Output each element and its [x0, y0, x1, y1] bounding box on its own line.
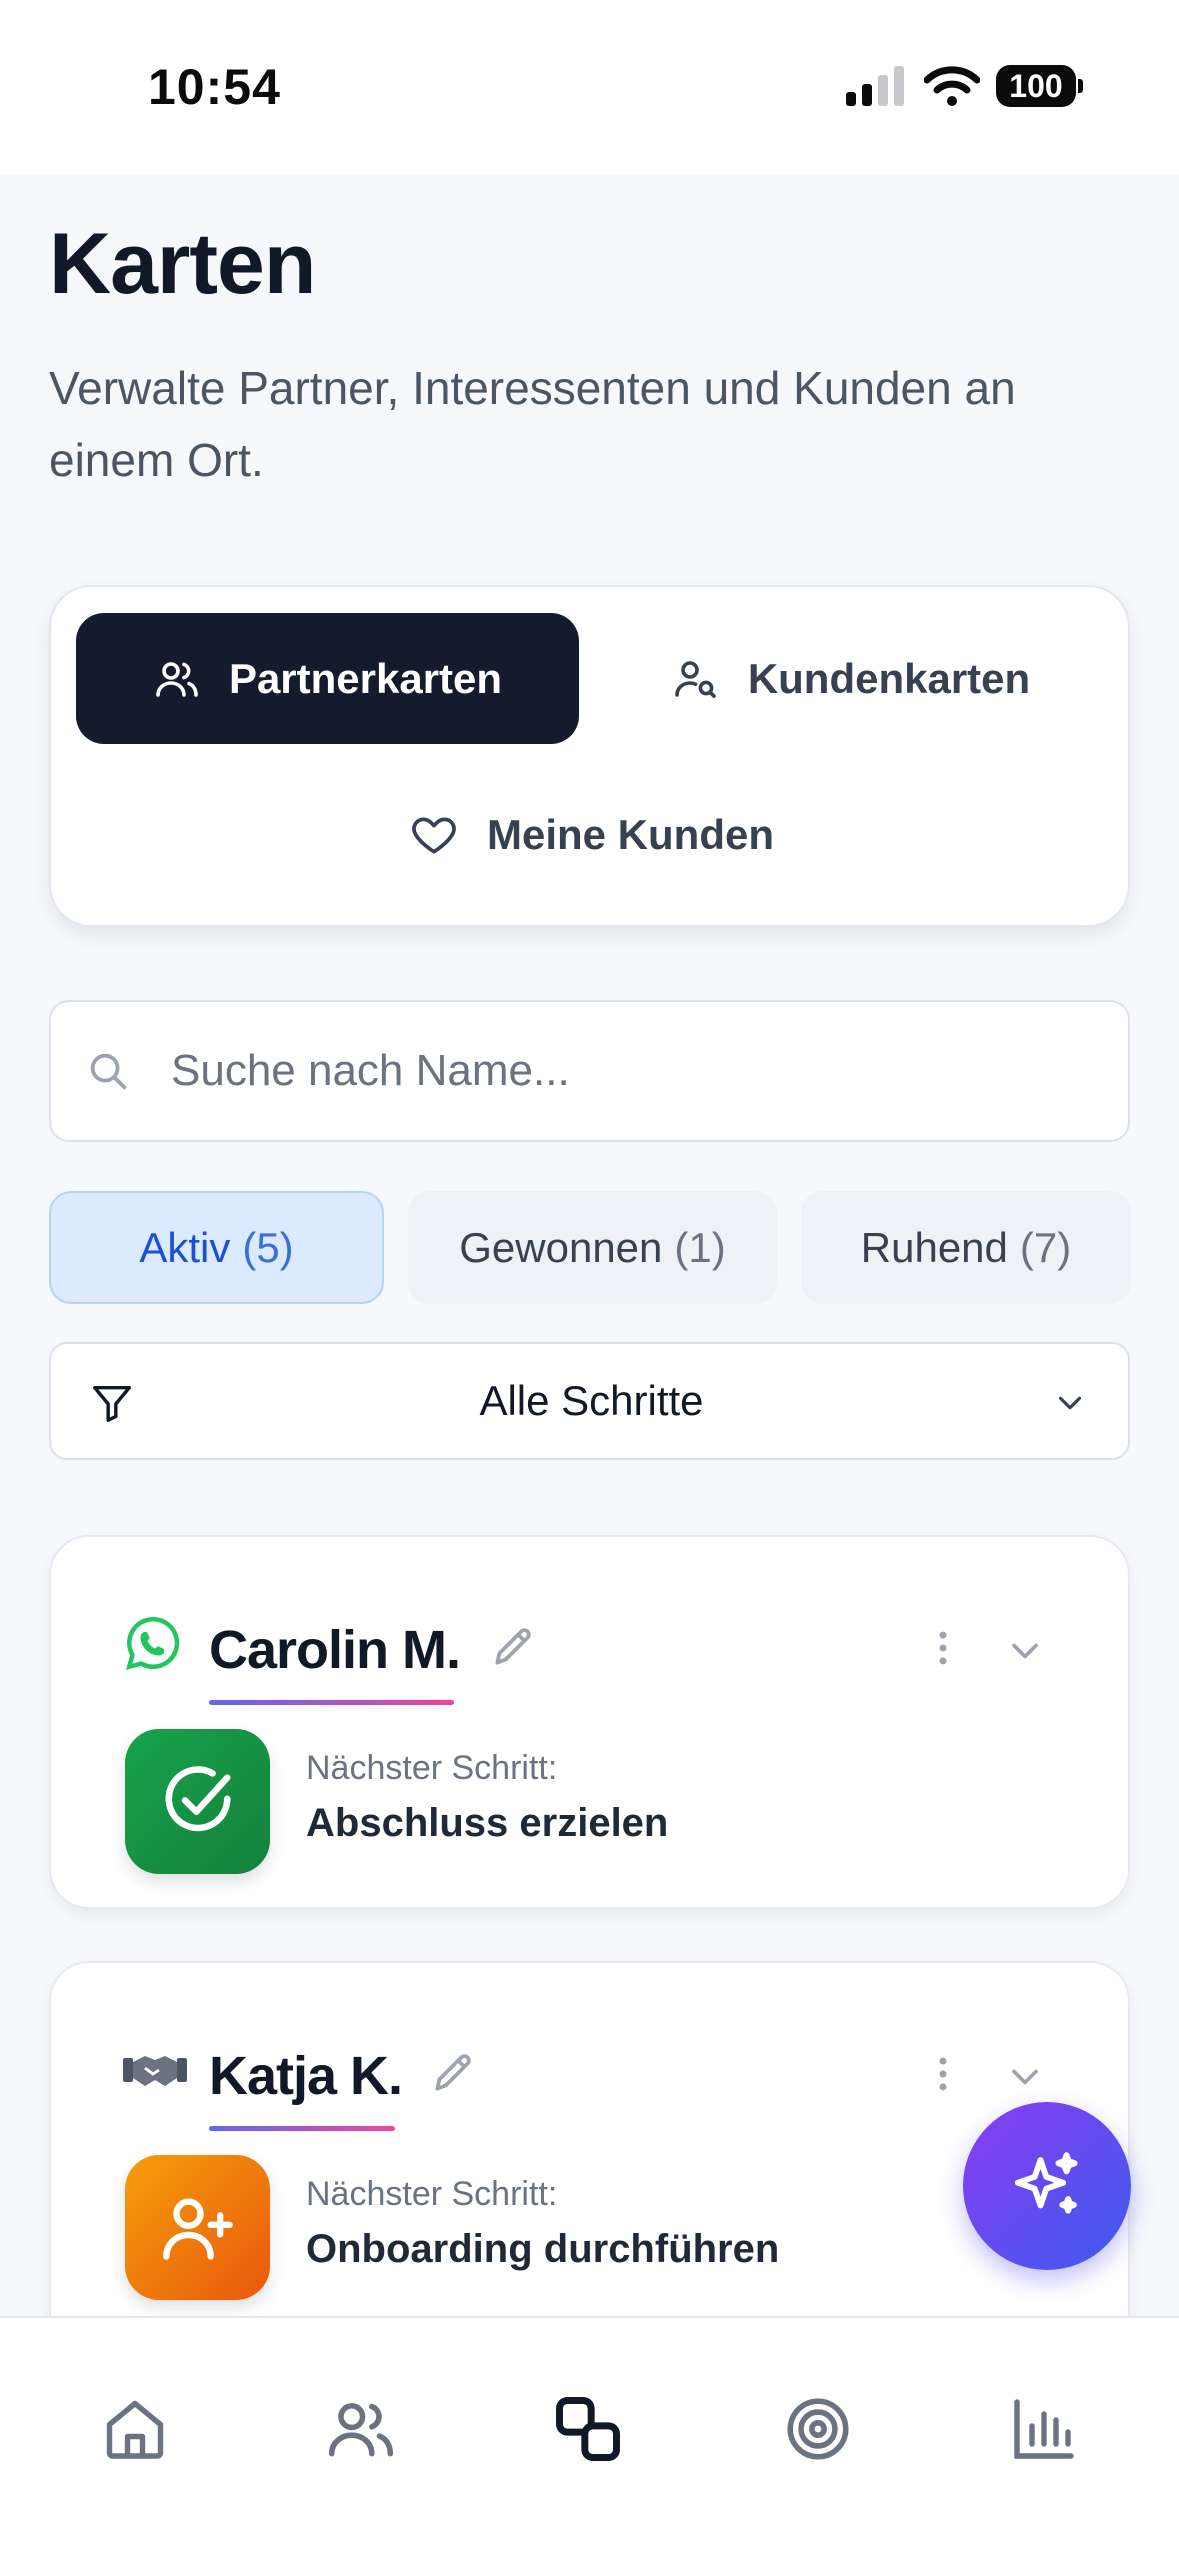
tab-kundenkarten[interactable]: Kundenkarten [591, 613, 1111, 744]
search-box [49, 1000, 1130, 1142]
pencil-icon[interactable] [429, 2047, 479, 2097]
whatsapp-icon [126, 1616, 180, 1670]
name-underline [209, 1700, 454, 1705]
chip-aktiv[interactable]: Aktiv (5) [49, 1191, 384, 1304]
users-icon [156, 661, 198, 697]
battery-indicator: 100 [996, 65, 1076, 107]
cellular-signal-icon [846, 66, 904, 106]
status-time: 10:54 [148, 59, 281, 115]
card-type-selector: Partnerkarten Kundenkarten Meine Kunden [49, 585, 1130, 927]
cards-icon [556, 2397, 620, 2461]
step-filter-value: Alle Schritte [479, 1377, 704, 1424]
search-icon [90, 1053, 127, 1090]
chip-ruhend-label: Ruhend [860, 1223, 1008, 1271]
tab-kundenkarten-label: Kundenkarten [747, 654, 1031, 702]
contact-name: Carolin M. [209, 1620, 461, 1680]
tab-partnerkarten[interactable]: Partnerkarten [76, 613, 579, 744]
sparkles-icon [1014, 2152, 1078, 2214]
chip-gewonnen-label: Gewonnen [459, 1223, 663, 1271]
tab-goals[interactable] [763, 2374, 873, 2484]
contact-card[interactable]: Carolin M. Nächster Schritt: Abschluss e… [49, 1535, 1130, 1909]
search-input[interactable] [171, 1002, 1091, 1140]
home-icon [106, 2400, 164, 2459]
pencil-icon[interactable] [489, 1621, 539, 1671]
page-title: Karten [49, 216, 316, 312]
chip-aktiv-label: Aktiv [139, 1223, 231, 1271]
chevron-down-icon[interactable] [1003, 2055, 1047, 2099]
next-step-label: Nächster Schritt: [306, 2175, 558, 2213]
tab-contacts[interactable] [306, 2374, 416, 2484]
tab-home[interactable] [80, 2374, 190, 2484]
status-bar: 10:54 100 [0, 0, 1179, 175]
user-plus-icon [162, 2198, 233, 2260]
users-icon [328, 2403, 394, 2457]
step-badge [125, 1729, 270, 1874]
chevron-down-icon [1058, 1396, 1082, 1410]
target-icon [787, 2398, 849, 2460]
wifi-icon [924, 66, 980, 106]
next-step-value: Onboarding durchführen [306, 2227, 780, 2271]
chip-gewonnen[interactable]: Gewonnen (1) [408, 1191, 777, 1304]
contact-name: Katja K. [209, 2046, 403, 2106]
ai-assistant-button[interactable] [963, 2102, 1131, 2270]
chip-aktiv-count: (5) [242, 1223, 294, 1271]
battery-tip [1078, 79, 1083, 93]
bottom-tab-bar [0, 2316, 1179, 2556]
chevron-down-icon[interactable] [1003, 1629, 1047, 1673]
page-subtitle: Verwalte Partner, Interessenten und Kund… [49, 362, 1016, 486]
tab-stats[interactable] [989, 2374, 1099, 2484]
chart-icon [1014, 2399, 1074, 2459]
chip-gewonnen-count: (1) [674, 1223, 726, 1271]
tab-cards[interactable] [533, 2374, 643, 2484]
tab-meine-kunden[interactable]: Meine Kunden [51, 769, 1132, 900]
chip-ruhend-count: (7) [1019, 1223, 1072, 1271]
step-badge [125, 2155, 270, 2300]
heart-icon [412, 817, 456, 854]
handshake-icon [123, 2056, 187, 2086]
more-vertical-icon[interactable] [921, 2049, 965, 2099]
more-vertical-icon[interactable] [921, 1623, 965, 1673]
tab-partnerkarten-label: Partnerkarten [228, 654, 503, 702]
next-step-label: Nächster Schritt: [306, 1749, 558, 1787]
tab-meine-kunden-label: Meine Kunden [486, 810, 774, 858]
chip-ruhend[interactable]: Ruhend (7) [801, 1191, 1131, 1304]
user-search-icon [675, 660, 716, 698]
step-filter-select[interactable]: Alle Schritte [49, 1342, 1130, 1460]
check-circle-icon [165, 1765, 230, 1831]
next-step-value: Abschluss erzielen [306, 1801, 669, 1845]
name-underline [209, 2126, 395, 2131]
